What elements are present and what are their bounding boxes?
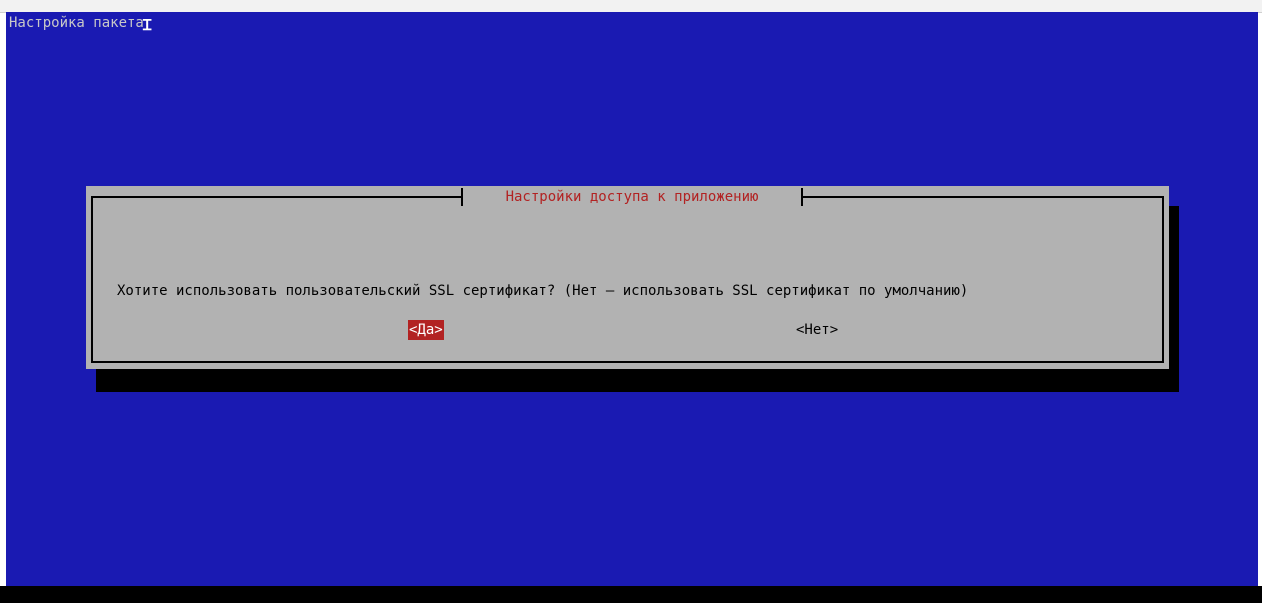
- window-bottom-bar: [0, 586, 1262, 603]
- dialog-title: Настройки доступа к приложению: [505, 189, 759, 205]
- yes-button[interactable]: <Да>: [408, 320, 444, 340]
- package-config-title: Настройка пакета: [9, 15, 144, 31]
- title-tick-right: [801, 188, 803, 206]
- dialog-frame-left: [91, 196, 93, 361]
- dialog-frame-top-left: [91, 196, 461, 198]
- dialog-question: Хотите использовать пользовательский SSL…: [117, 283, 969, 299]
- dialog-frame-right: [1162, 196, 1164, 361]
- dialog-frame-top-right: [803, 196, 1164, 198]
- dialog-frame-bottom: [91, 361, 1164, 363]
- dialog-title-wrap: Настройки доступа к приложению: [461, 187, 803, 207]
- no-button[interactable]: <Нет>: [796, 320, 838, 340]
- dialog-box: Настройки доступа к приложению Хотите ис…: [86, 186, 1169, 369]
- text-cursor-icon: Ɪ: [143, 16, 152, 34]
